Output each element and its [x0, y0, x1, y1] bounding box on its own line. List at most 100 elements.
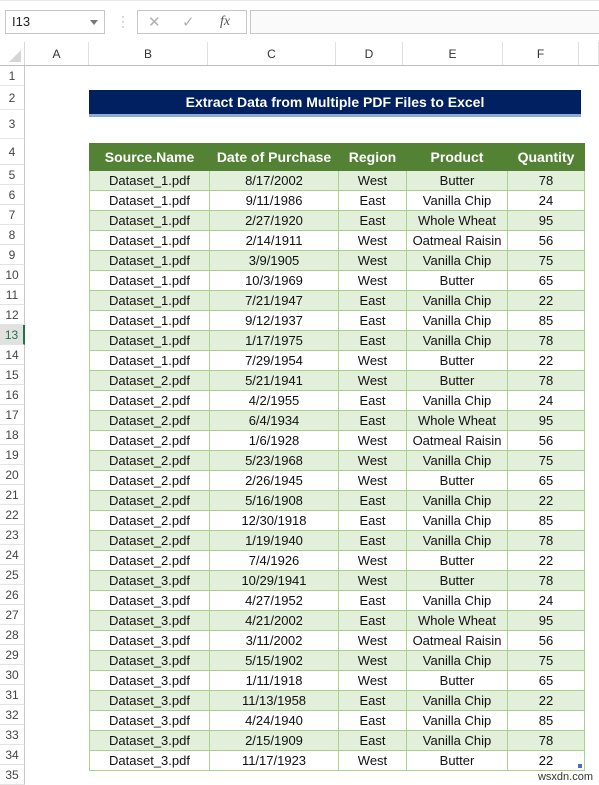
table-cell[interactable]: Dataset_2.pdf	[89, 530, 210, 551]
table-cell[interactable]: Butter	[406, 570, 508, 591]
row-header-23[interactable]: 23	[0, 525, 25, 545]
table-cell[interactable]: 24	[507, 390, 585, 411]
table-cell[interactable]: 95	[507, 410, 585, 431]
table-cell[interactable]: 4/2/1955	[209, 390, 339, 411]
table-cell[interactable]: East	[338, 710, 407, 731]
table-cell[interactable]: East	[338, 190, 407, 211]
table-cell[interactable]: 1/17/1975	[209, 330, 339, 351]
table-cell[interactable]: Vanilla Chip	[406, 590, 508, 611]
table-cell[interactable]: 65	[507, 470, 585, 491]
row-header-5[interactable]: 5	[0, 165, 25, 185]
table-cell[interactable]: 7/4/1926	[209, 550, 339, 571]
table-cell[interactable]: Dataset_2.pdf	[89, 370, 210, 391]
table-cell[interactable]: West	[338, 270, 407, 291]
table-cell[interactable]: East	[338, 530, 407, 551]
table-cell[interactable]: Dataset_1.pdf	[89, 270, 210, 291]
table-cell[interactable]: Butter	[406, 750, 508, 771]
table-cell[interactable]: Oatmeal Raisin	[406, 630, 508, 651]
table-cell[interactable]: 75	[507, 250, 585, 271]
row-header-28[interactable]: 28	[0, 625, 25, 645]
table-cell[interactable]: 4/24/1940	[209, 710, 339, 731]
name-box[interactable]: I13	[5, 10, 105, 34]
column-header-e[interactable]: E	[403, 42, 503, 65]
table-cell[interactable]: West	[338, 570, 407, 591]
column-header-d[interactable]: D	[336, 42, 403, 65]
table-cell[interactable]: Oatmeal Raisin	[406, 230, 508, 251]
table-cell[interactable]: 4/27/1952	[209, 590, 339, 611]
table-cell[interactable]: 56	[507, 230, 585, 251]
table-cell[interactable]: Vanilla Chip	[406, 510, 508, 531]
table-cell[interactable]: 95	[507, 610, 585, 631]
column-header-f[interactable]: F	[503, 42, 579, 65]
table-cell[interactable]: Dataset_3.pdf	[89, 710, 210, 731]
table-cell[interactable]: 1/6/1928	[209, 430, 339, 451]
row-header-9[interactable]: 9	[0, 245, 25, 265]
table-cell[interactable]: 56	[507, 630, 585, 651]
table-cell[interactable]: Vanilla Chip	[406, 690, 508, 711]
row-header-18[interactable]: 18	[0, 425, 25, 445]
table-cell[interactable]: West	[338, 630, 407, 651]
table-cell[interactable]: 95	[507, 210, 585, 231]
table-cell[interactable]: East	[338, 510, 407, 531]
table-cell[interactable]: 3/11/2002	[209, 630, 339, 651]
table-cell[interactable]: Dataset_3.pdf	[89, 610, 210, 631]
insert-function-icon[interactable]: fx	[220, 14, 230, 30]
table-cell[interactable]: 56	[507, 430, 585, 451]
table-cell[interactable]: 78	[507, 570, 585, 591]
chevron-down-icon[interactable]	[90, 20, 98, 25]
column-header-source-name[interactable]: Source.Name	[89, 143, 210, 171]
table-cell[interactable]: 78	[507, 330, 585, 351]
table-cell[interactable]: 8/17/2002	[209, 170, 339, 191]
table-cell[interactable]: 78	[507, 370, 585, 391]
row-header-22[interactable]: 22	[0, 505, 25, 525]
row-header-31[interactable]: 31	[0, 685, 25, 705]
row-header-16[interactable]: 16	[0, 385, 25, 405]
table-cell[interactable]: Dataset_3.pdf	[89, 750, 210, 771]
table-cell[interactable]: West	[338, 550, 407, 571]
table-cell[interactable]: 2/15/1909	[209, 730, 339, 751]
table-cell[interactable]: 85	[507, 310, 585, 331]
table-cell[interactable]: Dataset_2.pdf	[89, 510, 210, 531]
table-cell[interactable]: 7/29/1954	[209, 350, 339, 371]
enter-icon[interactable]: ✓	[182, 13, 195, 31]
table-cell[interactable]: 2/27/1920	[209, 210, 339, 231]
row-header-17[interactable]: 17	[0, 405, 25, 425]
table-cell[interactable]: Dataset_3.pdf	[89, 690, 210, 711]
table-cell[interactable]: Dataset_3.pdf	[89, 590, 210, 611]
row-header-32[interactable]: 32	[0, 705, 25, 725]
column-header-product[interactable]: Product	[406, 143, 508, 171]
table-cell[interactable]: 75	[507, 450, 585, 471]
table-cell[interactable]: Dataset_2.pdf	[89, 450, 210, 471]
table-cell[interactable]: 5/15/1902	[209, 650, 339, 671]
table-cell[interactable]: Vanilla Chip	[406, 390, 508, 411]
table-cell[interactable]: West	[338, 750, 407, 771]
table-cell[interactable]: 10/3/1969	[209, 270, 339, 291]
table-cell[interactable]: Butter	[406, 370, 508, 391]
table-cell[interactable]: 24	[507, 190, 585, 211]
table-cell[interactable]: Dataset_1.pdf	[89, 210, 210, 231]
table-cell[interactable]: 6/4/1934	[209, 410, 339, 431]
column-header[interactable]	[579, 42, 599, 65]
table-cell[interactable]: Vanilla Chip	[406, 190, 508, 211]
table-resize-handle[interactable]	[578, 764, 582, 768]
table-cell[interactable]: Butter	[406, 670, 508, 691]
row-header-26[interactable]: 26	[0, 585, 25, 605]
table-cell[interactable]: Dataset_2.pdf	[89, 390, 210, 411]
table-cell[interactable]: West	[338, 470, 407, 491]
table-cell[interactable]: 22	[507, 690, 585, 711]
table-cell[interactable]: Vanilla Chip	[406, 650, 508, 671]
table-cell[interactable]: Butter	[406, 470, 508, 491]
table-cell[interactable]: 78	[507, 530, 585, 551]
row-header-24[interactable]: 24	[0, 545, 25, 565]
table-cell[interactable]: East	[338, 490, 407, 511]
table-cell[interactable]: 22	[507, 350, 585, 371]
row-header-34[interactable]: 34	[0, 745, 25, 765]
row-header-7[interactable]: 7	[0, 205, 25, 225]
table-cell[interactable]: West	[338, 650, 407, 671]
select-all-button[interactable]	[0, 42, 25, 65]
row-header-4[interactable]: 4	[0, 139, 25, 165]
table-cell[interactable]: Dataset_3.pdf	[89, 730, 210, 751]
table-cell[interactable]: Vanilla Chip	[406, 710, 508, 731]
table-cell[interactable]: Whole Wheat	[406, 610, 508, 631]
table-cell[interactable]: West	[338, 350, 407, 371]
